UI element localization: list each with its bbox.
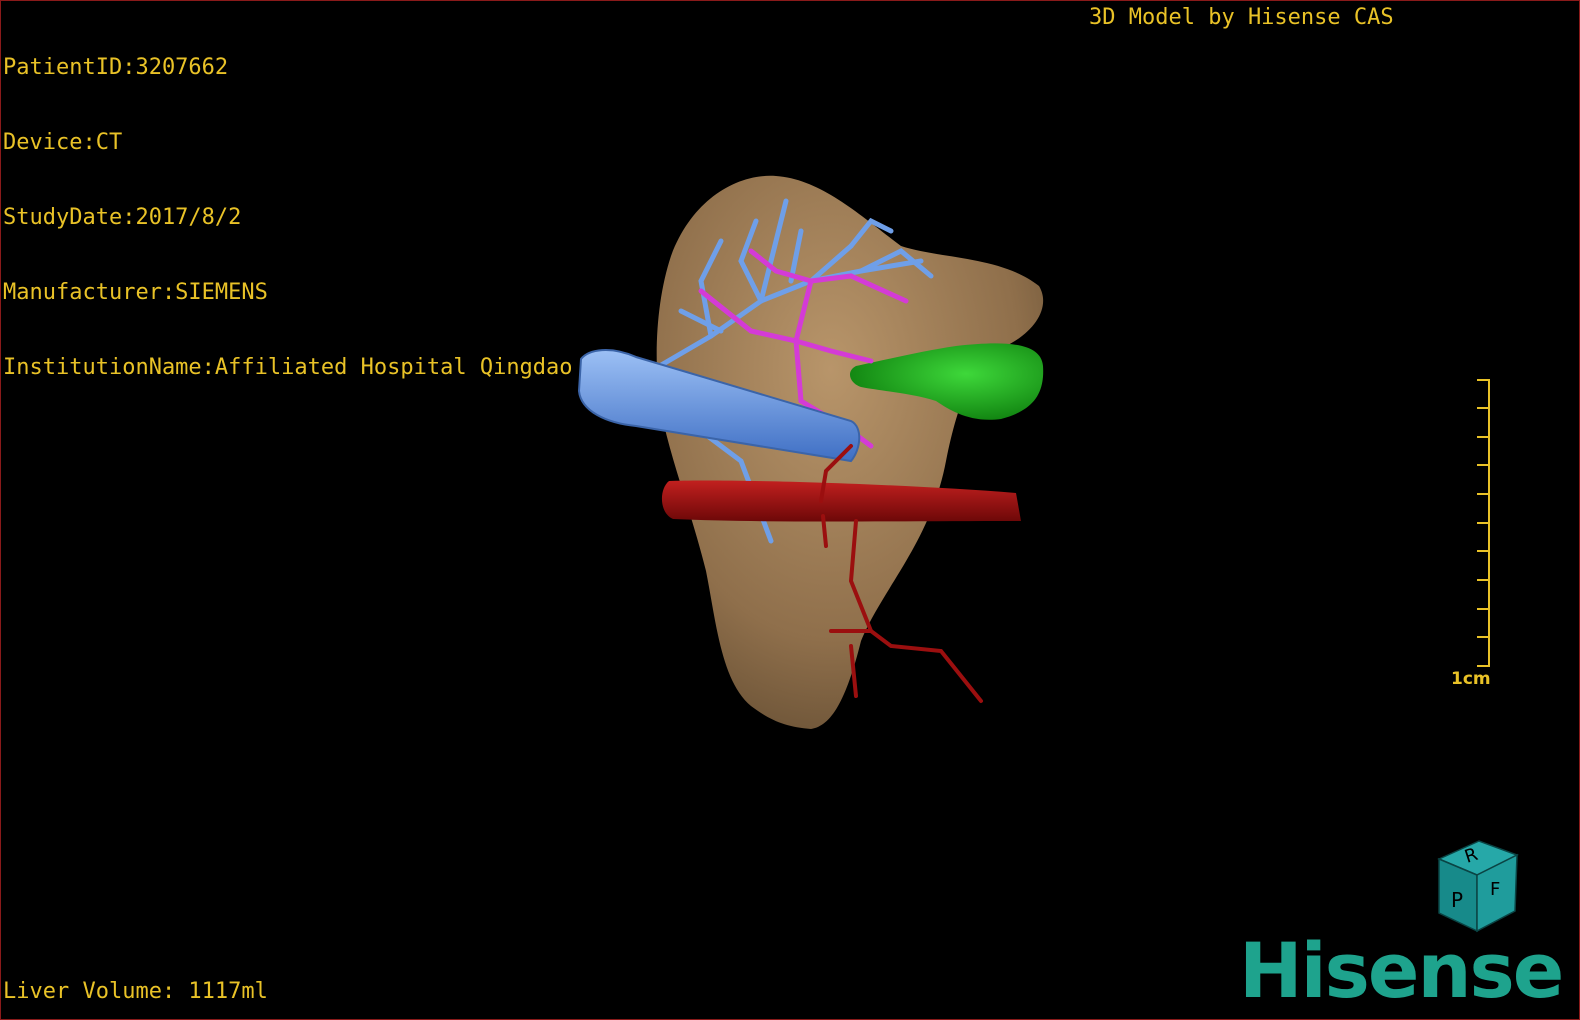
device: Device:CT: [3, 130, 123, 155]
liver-3d-model[interactable]: [561, 161, 1081, 761]
liver-volume: Liver Volume: 1117ml: [3, 979, 268, 1004]
model-credit: 3D Model by Hisense CAS: [1089, 5, 1394, 30]
hisense-logo: Hisense: [1239, 926, 1564, 1015]
cube-face-label: P: [1451, 888, 1463, 912]
cube-face-label: F: [1490, 879, 1500, 900]
artery-vessel: [661, 480, 1021, 522]
patient-id: PatientID:3207662: [3, 55, 229, 80]
scale-label: 1cm: [1451, 669, 1491, 689]
scale-ruler: [1477, 379, 1490, 667]
3d-viewport[interactable]: PatientID:3207662 Device:CT StudyDate:20…: [0, 0, 1580, 1020]
orientation-cube[interactable]: R F P: [1427, 837, 1527, 935]
